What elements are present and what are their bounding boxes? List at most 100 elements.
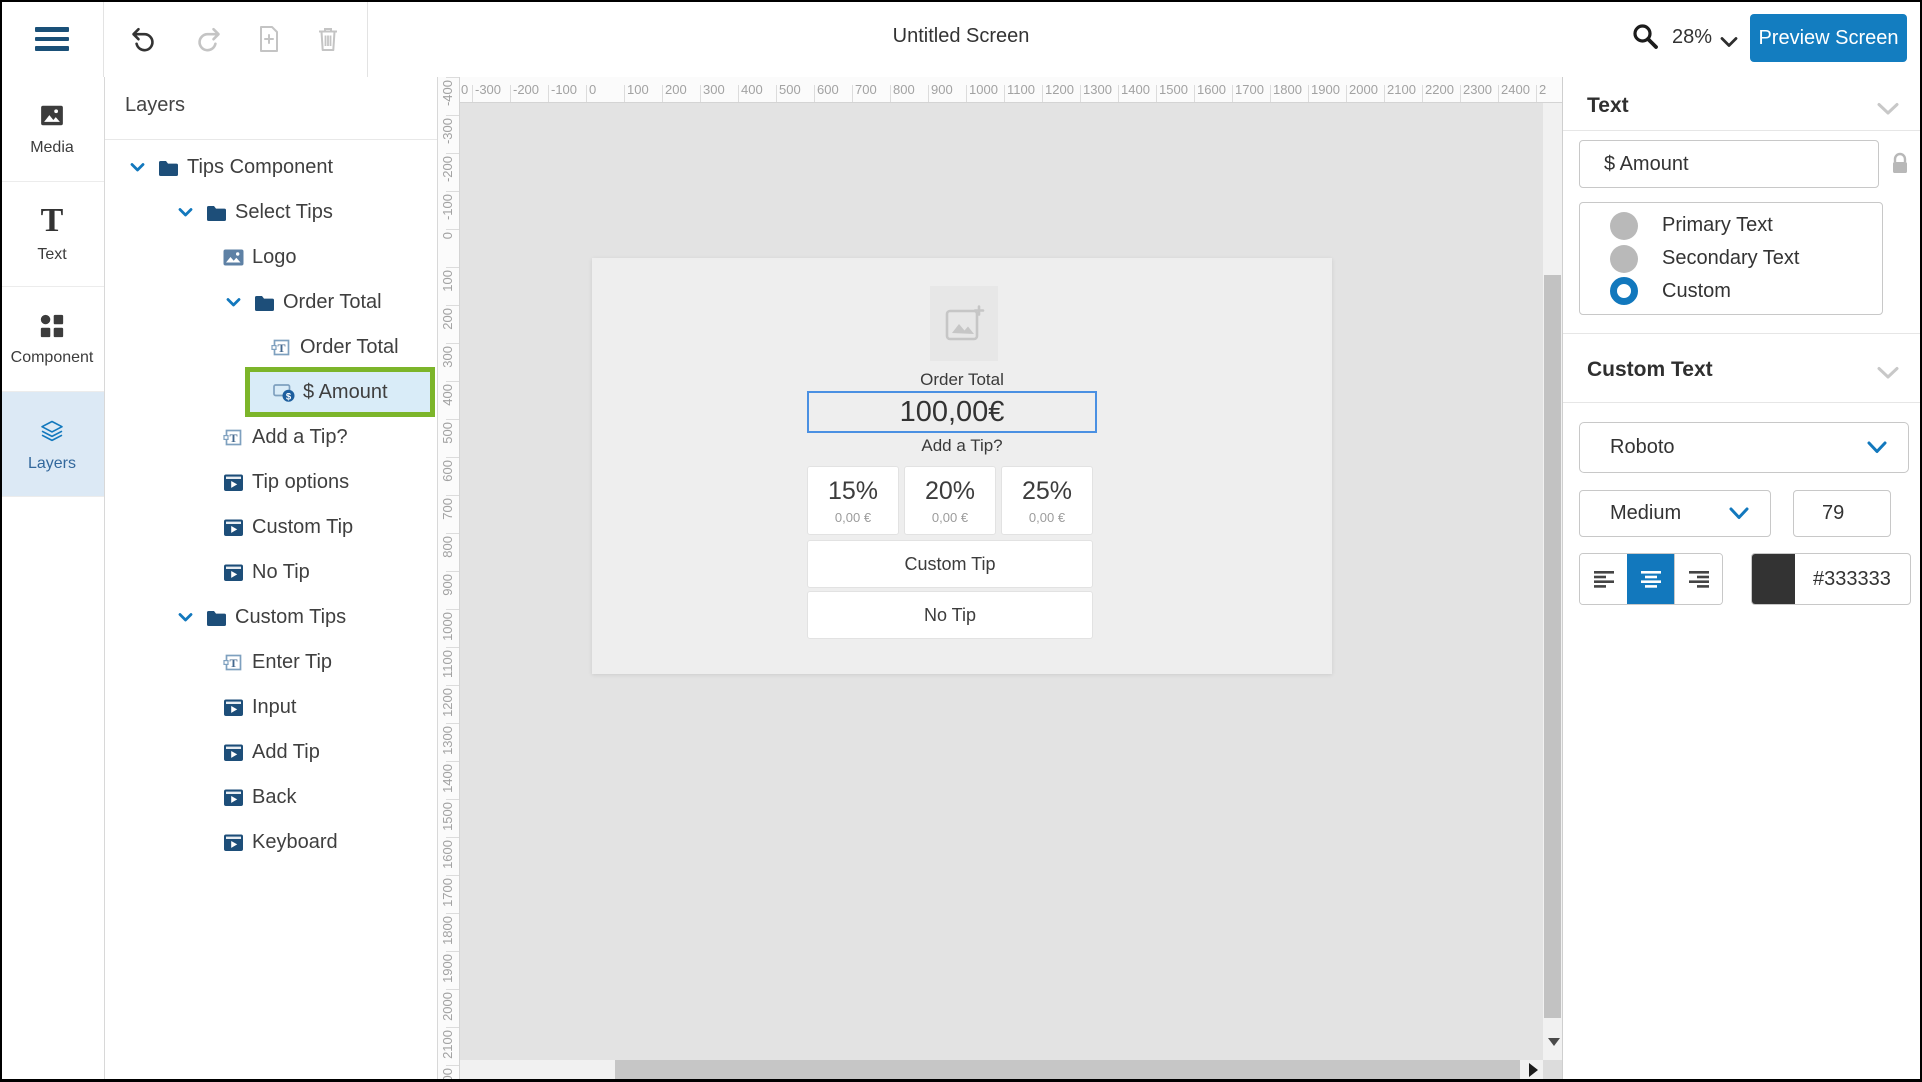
ruler-tick [446, 685, 459, 686]
layer-row-amount[interactable]: $ $ Amount [245, 367, 435, 417]
layer-row-logo[interactable]: Logo [105, 235, 437, 280]
ruler-label: -100 [551, 82, 577, 97]
layer-row-enter-tip[interactable]: T Enter Tip [105, 640, 437, 685]
text-color-field[interactable]: #333333 [1751, 553, 1911, 605]
layer-label: Enter Tip [252, 651, 332, 674]
zoom-chevron-down-icon[interactable] [1714, 27, 1744, 57]
ruler-tick [1536, 85, 1537, 102]
layer-row-input[interactable]: Input [105, 685, 437, 730]
artboard-tips-screen[interactable]: Order Total 100,00€ Add a Tip? 15%0,00 €… [592, 258, 1332, 674]
layer-row-order-total[interactable]: Order Total [105, 280, 437, 325]
layer-row-custom-tip[interactable]: Custom Tip [105, 505, 437, 550]
layer-row-custom-tips[interactable]: Custom Tips [105, 595, 437, 640]
ruler-label: 2000 [440, 992, 455, 1021]
font-weight-select[interactable]: Medium [1579, 490, 1771, 537]
tip-button-25pct[interactable]: 25%0,00 € [1001, 466, 1093, 535]
layer-row-select-tips[interactable]: Select Tips [105, 190, 437, 235]
folder-icon [204, 204, 228, 222]
text-layer-icon: T [221, 427, 245, 448]
text-style-option-primary-text[interactable]: Primary Text [1580, 212, 1882, 240]
text-layer-icon: T [221, 652, 245, 673]
layer-label: Order Total [283, 291, 382, 314]
ruler-tick [446, 343, 459, 344]
align-right-button[interactable] [1674, 554, 1722, 604]
ruler-tick [446, 875, 459, 876]
folder-icon [156, 159, 180, 177]
ruler-tick [1194, 85, 1195, 102]
ruler-tick [586, 85, 587, 102]
zoom-search-icon[interactable] [1630, 21, 1660, 51]
align-center-button[interactable] [1627, 554, 1674, 604]
ruler-tick [446, 267, 459, 268]
divider [105, 139, 438, 140]
ruler-tick [446, 115, 459, 116]
no-tip-button[interactable]: No Tip [807, 591, 1093, 639]
ruler-label: 0 [461, 82, 468, 97]
zoom-level[interactable]: 28% [1672, 26, 1712, 49]
ruler-tick [1118, 85, 1119, 102]
tip-amount: 0,00 € [1029, 510, 1065, 525]
selected-amount-layer[interactable]: 100,00€ [807, 391, 1097, 433]
custom-tip-button[interactable]: Custom Tip [807, 540, 1093, 588]
text-layer-icon: T [269, 337, 293, 358]
align-left-button[interactable] [1580, 554, 1627, 604]
scroll-right-arrow-icon[interactable] [1529, 1063, 1538, 1077]
design-canvas[interactable]: Order Total 100,00€ Add a Tip? 15%0,00 €… [460, 103, 1543, 1060]
sidebar-item-component[interactable]: Component [0, 287, 104, 392]
layer-row-no-tip[interactable]: No Tip [105, 550, 437, 595]
layer-label: Add Tip [252, 741, 320, 764]
ruler-label: 1300 [440, 726, 455, 755]
layer-row-back[interactable]: Back [105, 775, 437, 820]
tip-percent: 15% [828, 477, 878, 506]
svg-text:$: $ [285, 391, 291, 402]
layer-row-tips-component[interactable]: Tips Component [105, 145, 437, 190]
properties-panel: Text Primary TextSecondary TextCustom Cu… [1562, 77, 1922, 1080]
folder-icon [204, 609, 228, 627]
ruler-tick [446, 153, 459, 154]
font-family-select[interactable]: Roboto [1579, 422, 1909, 473]
layer-row-add-a-tip[interactable]: TAdd a Tip? [105, 415, 437, 460]
text-style-option-custom[interactable]: Custom [1580, 277, 1882, 305]
chevron-down-icon [173, 205, 197, 220]
lock-icon[interactable] [1889, 151, 1911, 182]
custom-text-section-chevron-down-icon[interactable] [1876, 365, 1900, 386]
vertical-scrollbar[interactable] [1543, 103, 1562, 1060]
text-section-chevron-down-icon[interactable] [1876, 101, 1900, 122]
vertical-scrollbar-thumb[interactable] [1544, 275, 1561, 1018]
layer-row-order-total[interactable]: TOrder Total [105, 325, 437, 370]
sidebar-item-media[interactable]: Media [0, 77, 104, 182]
layer-row-tip-options[interactable]: Tip options [105, 460, 437, 505]
layers-panel: Layers Tips ComponentSelect TipsLogoOrde… [105, 77, 438, 1080]
layer-label: $ Amount [303, 381, 388, 404]
radio-selected-icon[interactable] [1610, 277, 1638, 305]
sidebar-item-layers[interactable]: Layers [0, 392, 104, 497]
radio-label: Secondary Text [1662, 247, 1800, 270]
ruler-tick [446, 913, 459, 914]
logo-image-placeholder[interactable] [930, 286, 998, 361]
radio-unselected-icon[interactable] [1610, 245, 1638, 273]
money-layer-icon: $ [272, 382, 296, 403]
preview-screen-button[interactable]: Preview Screen [1750, 14, 1907, 62]
color-swatch[interactable] [1752, 554, 1795, 604]
layer-row-add-tip[interactable]: Add Tip [105, 730, 437, 775]
tip-button-20pct[interactable]: 20%0,00 € [904, 466, 996, 535]
layer-row-keyboard[interactable]: Keyboard [105, 820, 437, 865]
scroll-down-arrow-icon[interactable] [1548, 1038, 1560, 1046]
color-hex-value: #333333 [1813, 568, 1891, 591]
layer-label: Custom Tip [252, 516, 353, 539]
tip-button-15pct[interactable]: 15%0,00 € [807, 466, 899, 535]
text-style-option-secondary-text[interactable]: Secondary Text [1580, 245, 1882, 273]
text-style-radio-group: Primary Text Secondary Text Custom [1579, 202, 1883, 315]
font-size-input[interactable] [1793, 490, 1891, 537]
radio-unselected-icon[interactable] [1610, 212, 1638, 240]
sidebar-item-text[interactable]: TText [0, 182, 104, 287]
ruler-tick [738, 85, 739, 102]
ruler-tick [446, 1065, 459, 1066]
text-align-group [1579, 553, 1723, 605]
layer-label: Logo [252, 246, 297, 269]
horizontal-scrollbar-thumb[interactable] [615, 1060, 1520, 1080]
top-toolbar: Untitled Screen 28% Preview Screen [0, 0, 1922, 78]
ruler-label: -200 [440, 156, 455, 182]
ruler-tick [446, 761, 459, 762]
layer-name-input[interactable] [1579, 140, 1879, 188]
